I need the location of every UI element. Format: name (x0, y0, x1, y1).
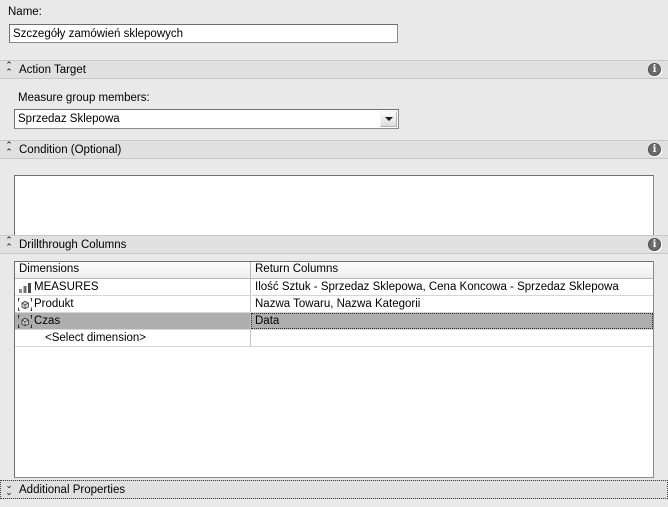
condition-editor-text[interactable] (15, 176, 653, 182)
measure-group-members-label: Measure group members: (18, 92, 150, 104)
dimension-cube-icon (16, 297, 34, 312)
column-header-return-columns[interactable]: Return Columns (251, 262, 653, 278)
section-header-drillthrough[interactable]: ⌃ ⌃ Drillthrough Columns (0, 235, 668, 254)
section-title-action-target: Action Target (19, 63, 86, 76)
name-input[interactable] (9, 24, 398, 43)
name-label: Name: (8, 6, 42, 18)
info-icon-action-target[interactable]: i (648, 63, 661, 76)
table-row[interactable]: Produkt Nazwa Towaru, Nazwa Kategorii (15, 296, 653, 313)
drillthrough-columns-grid[interactable]: Dimensions Return Columns MEASURES Ilość… (14, 261, 654, 478)
select-dimension-placeholder: <Select dimension> (45, 332, 147, 344)
section-title-condition: Condition (Optional) (19, 143, 122, 156)
grid-empty-area (15, 347, 653, 477)
grid-header-row: Dimensions Return Columns (15, 262, 653, 279)
chevron-down-icon[interactable] (380, 111, 397, 127)
dimension-cube-icon (16, 314, 34, 329)
dimension-name: Produkt (34, 298, 74, 310)
measures-bar-chart-icon (16, 280, 34, 295)
table-row[interactable]: MEASURES Ilość Sztuk - Sprzedaz Sklepowa… (15, 279, 653, 296)
chevron-double-up-icon: ⌃ ⌃ (5, 235, 13, 253)
cell-return-columns[interactable]: Data (251, 313, 653, 329)
section-title-drillthrough: Drillthrough Columns (19, 238, 127, 251)
cell-return-columns[interactable]: Nazwa Towaru, Nazwa Kategorii (251, 296, 653, 312)
cell-dimension[interactable]: MEASURES (15, 279, 251, 295)
measure-group-members-combo[interactable]: Sprzedaz Sklepowa (14, 109, 399, 129)
chevron-double-up-icon: ⌃ ⌃ (5, 140, 13, 158)
info-icon-condition[interactable]: i (648, 143, 661, 156)
measure-group-members-value: Sprzedaz Sklepowa (18, 113, 120, 125)
chevron-double-up-icon: ⌃ ⌃ (5, 60, 13, 78)
cell-dimension[interactable]: Produkt (15, 296, 251, 312)
dimension-name: MEASURES (34, 281, 99, 293)
cell-dimension-placeholder[interactable]: <Select dimension> (15, 330, 251, 346)
table-row-new[interactable]: <Select dimension> (15, 330, 653, 347)
info-icon-drillthrough[interactable]: i (648, 238, 661, 251)
section-header-additional-properties[interactable]: ⌄ ⌄ Additional Properties (0, 480, 668, 499)
cell-return-columns[interactable] (251, 330, 653, 346)
cell-return-columns[interactable]: Ilość Sztuk - Sprzedaz Sklepowa, Cena Ko… (251, 279, 653, 295)
condition-editor-box[interactable] (14, 175, 654, 238)
cell-dimension[interactable]: Czas (15, 313, 251, 329)
section-title-additional-properties: Additional Properties (19, 483, 126, 496)
chevron-double-down-icon: ⌄ ⌄ (5, 480, 13, 498)
dimension-name: Czas (34, 315, 61, 327)
section-header-condition[interactable]: ⌃ ⌃ Condition (Optional) (0, 140, 668, 159)
table-row[interactable]: Czas Data (15, 313, 653, 330)
column-header-dimensions[interactable]: Dimensions (15, 262, 251, 278)
section-header-action-target[interactable]: ⌃ ⌃ Action Target (0, 60, 668, 79)
